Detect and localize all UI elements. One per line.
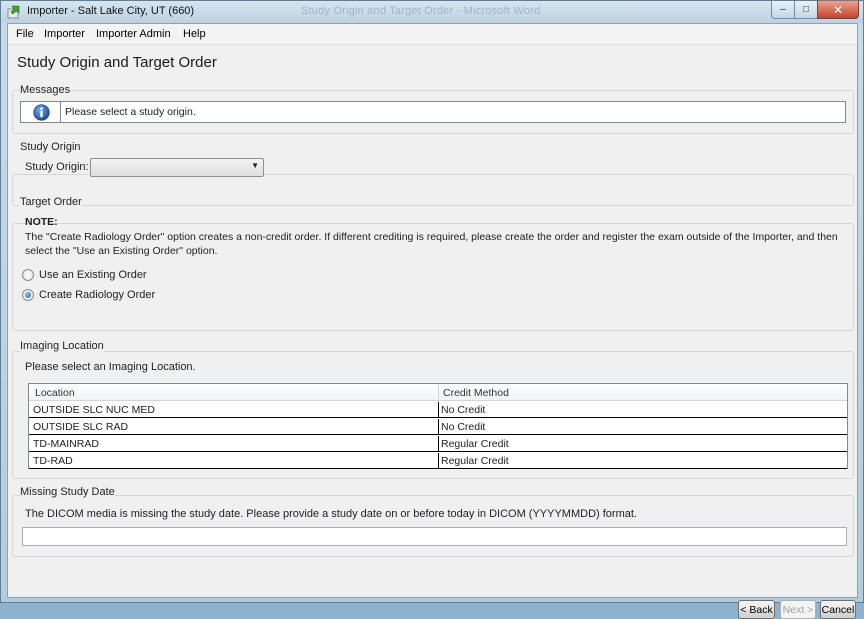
message-text: Please select a study origin. (65, 106, 196, 118)
maximize-icon: □ (802, 4, 810, 15)
cell-location: OUTSIDE SLC RAD (33, 421, 129, 433)
study-origin-label: Study Origin: (25, 161, 89, 173)
table-row[interactable]: OUTSIDE SLC NUC MED No Credit (29, 402, 847, 418)
table-header: Location Credit Method (29, 384, 847, 401)
note-title: NOTE: (25, 216, 58, 228)
cell-credit-method: No Credit (441, 404, 486, 416)
missing-study-date-group (12, 495, 854, 557)
cell-credit-method: Regular Credit (441, 455, 509, 467)
importer-app-icon (7, 5, 20, 19)
chevron-down-icon: ▼ (251, 161, 259, 170)
missing-study-date-text: The DICOM media is missing the study dat… (25, 508, 637, 520)
menu-importer[interactable]: Importer (44, 28, 85, 40)
menu-importer-admin[interactable]: Importer Admin (96, 28, 171, 40)
study-origin-group (12, 174, 854, 206)
close-button[interactable]: ✕ (817, 1, 859, 19)
cell-location: TD-RAD (33, 455, 73, 467)
cell-location: OUTSIDE SLC NUC MED (33, 404, 155, 416)
messages-label: Messages (20, 84, 71, 96)
minimize-icon: ‒ (780, 4, 786, 15)
cell-credit-method: No Credit (441, 421, 486, 433)
message-box: Please select a study origin. (20, 101, 846, 123)
cell-divider (438, 419, 439, 435)
column-header-location[interactable]: Location (35, 387, 75, 399)
window-title: Importer - Salt Lake City, UT (660) (27, 5, 195, 17)
target-order-group-label: Target Order (20, 196, 82, 208)
menu-file[interactable]: File (16, 28, 34, 40)
table-row[interactable]: TD-MAINRAD Regular Credit (29, 436, 847, 452)
radio-circle-icon (22, 269, 34, 281)
radio-use-existing-order[interactable]: Use an Existing Order (22, 269, 147, 281)
importer-window: Importer - Salt Lake City, UT (660) Stud… (0, 0, 864, 619)
cell-divider (438, 453, 439, 469)
close-icon: ✕ (832, 2, 844, 17)
table-row[interactable]: TD-RAD Regular Credit (29, 453, 847, 469)
cell-location: TD-MAINRAD (33, 438, 99, 450)
column-divider[interactable] (438, 384, 439, 401)
menu-bar: File Importer Importer Admin Help (8, 24, 857, 45)
missing-study-date-group-label: Missing Study Date (20, 486, 115, 498)
study-date-input[interactable] (22, 527, 847, 546)
menu-help[interactable]: Help (183, 28, 206, 40)
maximize-button[interactable]: □ (794, 1, 818, 19)
radio-create-radiology-order-label: Create Radiology Order (39, 289, 156, 301)
study-origin-select[interactable]: ▼ (90, 158, 264, 177)
column-header-credit-method[interactable]: Credit Method (443, 387, 509, 399)
imaging-location-prompt: Please select an Imaging Location. (25, 361, 196, 373)
wizard-content: Study Origin and Target Order Messages P… (8, 45, 857, 619)
imaging-location-table: Location Credit Method OUTSIDE SLC NUC M… (28, 383, 848, 469)
radio-use-existing-order-label: Use an Existing Order (39, 269, 147, 281)
page-title: Study Origin and Target Order (17, 54, 217, 71)
radio-create-radiology-order[interactable]: Create Radiology Order (22, 289, 155, 301)
cell-divider (438, 402, 439, 418)
client-area: File Importer Importer Admin Help Study … (7, 23, 858, 619)
title-bar[interactable]: Importer - Salt Lake City, UT (660) Stud… (1, 1, 863, 23)
minimize-button[interactable]: ‒ (771, 1, 795, 19)
imaging-location-group-label: Imaging Location (20, 340, 104, 352)
background-window-title: Study Origin and Target Order - Microsof… (301, 5, 541, 17)
table-row[interactable]: OUTSIDE SLC RAD No Credit (29, 419, 847, 435)
info-icon (33, 104, 50, 121)
note-text: The "Create Radiology Order" option crea… (25, 231, 838, 257)
study-origin-group-label: Study Origin (20, 141, 81, 153)
cell-divider (438, 436, 439, 452)
radio-selected-icon (22, 289, 34, 301)
message-divider (60, 102, 61, 122)
cell-credit-method: Regular Credit (441, 438, 509, 450)
